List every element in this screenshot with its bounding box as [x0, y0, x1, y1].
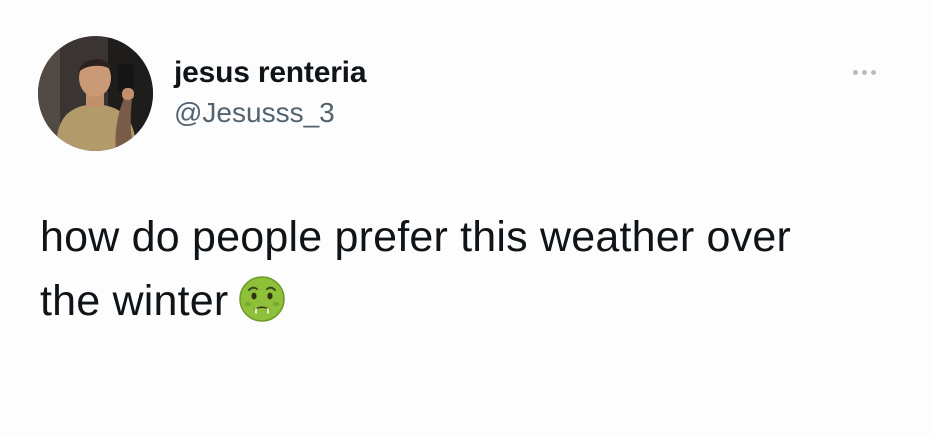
tweet-card: jesus renteria @Jesusss_3 how do people … [0, 0, 932, 436]
more-options-button[interactable] [846, 58, 882, 86]
more-options-icon [861, 69, 867, 75]
avatar[interactable] [38, 36, 153, 151]
tweet-text-line-1: how do people prefer this weather over [40, 213, 791, 261]
author-handle[interactable]: @Jesusss_3 [174, 97, 335, 129]
tweet-text: how do people prefer this weather over t… [40, 205, 900, 333]
profile-photo-icon [38, 36, 153, 151]
tweet-text-line-2: the winter [40, 277, 229, 325]
nauseated-face-emoji-icon [238, 275, 286, 323]
more-options-icon [870, 69, 876, 75]
author-display-name[interactable]: jesus renteria [174, 56, 367, 90]
more-options-icon [852, 69, 858, 75]
